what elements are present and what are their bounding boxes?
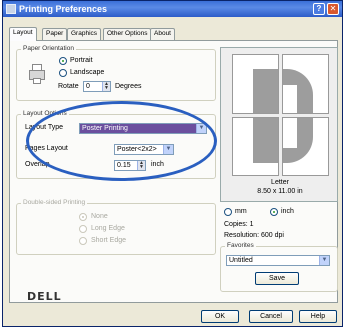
layout-tab-panel: Paper Orientation Portrait Landscape Rot… <box>9 40 338 303</box>
duplex-long-edge-radio[interactable] <box>79 225 87 233</box>
printer-app-icon <box>6 4 16 14</box>
layout-type-label: Layout Type <box>25 124 64 131</box>
poster-tile-grid <box>232 54 329 176</box>
poster-tile <box>282 54 329 114</box>
chevron-down-icon[interactable]: ▼ <box>163 145 173 154</box>
help-button[interactable]: Help <box>299 310 337 323</box>
pages-layout-label: Pages Layout <box>25 145 68 152</box>
favorites-label: Favorites <box>225 242 256 249</box>
title-bar[interactable]: Printing Preferences ? ✕ <box>3 1 342 17</box>
duplex-none-label: None <box>91 213 108 220</box>
rotate-field[interactable]: 0 ▲ ▼ <box>83 81 111 92</box>
duplex-long-edge-label: Long Edge <box>91 225 125 232</box>
pages-layout-value: Poster<2x2> <box>117 146 157 153</box>
degrees-label: Degrees <box>115 83 142 90</box>
tab-about[interactable]: About <box>150 28 175 40</box>
orientation-preview-icon <box>29 64 47 84</box>
tab-layout[interactable]: Layout <box>9 27 37 41</box>
help-title-button[interactable]: ? <box>313 3 325 15</box>
portrait-label: Portrait <box>70 57 93 64</box>
save-button[interactable]: Save <box>255 272 299 285</box>
poster-preview: Letter 8.50 x 11.00 in <box>220 47 338 202</box>
paper-orientation-label: Paper Orientation <box>21 45 76 52</box>
favorites-value: Untitled <box>229 257 253 264</box>
layout-options-label: Layout Options <box>21 110 69 117</box>
overlap-label: Overlap <box>25 161 50 168</box>
tab-other-options[interactable]: Other Options <box>103 28 152 40</box>
landscape-label: Landscape <box>70 69 105 76</box>
paper-name: Letter <box>271 179 289 186</box>
layout-type-value: Poster Printing <box>82 125 128 132</box>
rotate-value: 0 <box>86 83 90 90</box>
rotate-spinner[interactable]: ▲ ▼ <box>102 82 110 91</box>
overlap-field[interactable]: 0.15 ▲ ▼ <box>114 160 146 171</box>
overlap-spinner[interactable]: ▲ ▼ <box>137 161 145 170</box>
duplex-none-radio[interactable] <box>79 213 87 221</box>
portrait-radio[interactable] <box>59 57 67 65</box>
dell-logo: DELL <box>27 290 62 303</box>
printing-preferences-window: Printing Preferences ? ✕ Layout Paper Gr… <box>2 0 343 327</box>
cancel-button[interactable]: Cancel <box>249 310 293 323</box>
unit-inch-label: inch <box>281 208 294 215</box>
tab-paper[interactable]: Paper <box>42 28 68 40</box>
duplex-short-edge-radio[interactable] <box>79 237 87 245</box>
favorites-select[interactable]: Untitled ▼ <box>226 255 330 266</box>
favorites-group: Favorites Untitled ▼ Save <box>220 242 338 292</box>
landscape-radio[interactable] <box>59 69 67 77</box>
duplex-short-edge-label: Short Edge <box>91 237 127 244</box>
close-button[interactable]: ✕ <box>327 3 339 15</box>
tab-graphics[interactable]: Graphics <box>67 28 102 40</box>
window-title: Printing Preferences <box>19 4 108 14</box>
poster-tile <box>282 117 329 176</box>
unit-mm-label: mm <box>235 208 247 215</box>
double-sided-label: Double-sided Printing <box>21 199 88 206</box>
paper-size: 8.50 x 11.00 in <box>257 188 303 195</box>
paper-orientation-group: Paper Orientation Portrait Landscape Rot… <box>16 45 216 101</box>
overlap-unit-label: inch <box>151 161 164 168</box>
resolution-text: Resolution: 600 dpi <box>224 232 284 239</box>
unit-mm-radio[interactable] <box>224 208 232 216</box>
ok-button[interactable]: OK <box>201 310 239 323</box>
pages-layout-select[interactable]: Poster<2x2> ▼ <box>114 144 174 155</box>
chevron-down-icon[interactable]: ▼ <box>196 124 206 133</box>
poster-tile <box>232 117 279 176</box>
copies-text: Copies: 1 <box>224 221 254 228</box>
chevron-down-icon[interactable]: ▼ <box>319 256 329 265</box>
layout-options-group: Layout Options Layout Type Poster Printi… <box>16 110 216 179</box>
layout-type-select[interactable]: Poster Printing ▼ <box>79 123 207 134</box>
overlap-value: 0.15 <box>117 162 131 169</box>
double-sided-group: Double-sided Printing None Long Edge Sho… <box>16 199 216 255</box>
poster-tile <box>232 54 279 114</box>
unit-inch-radio[interactable] <box>270 208 278 216</box>
rotate-label: Rotate <box>58 83 79 90</box>
